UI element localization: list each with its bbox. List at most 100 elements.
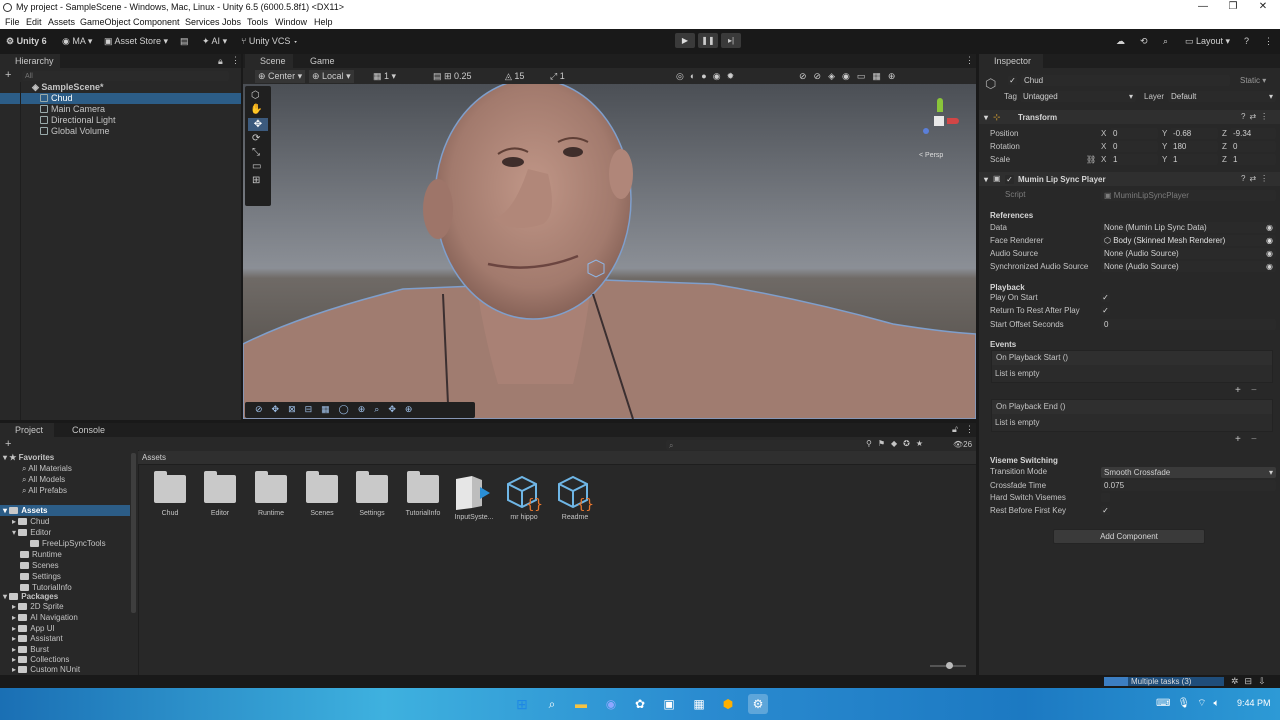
crossfade-time-field[interactable]: 0.075 (1101, 480, 1276, 491)
tree-package[interactable]: ▸ Custom NUnit (12, 664, 80, 675)
unity-account-button[interactable]: ⚙ Unity 6 (6, 34, 47, 48)
menu-component[interactable]: Component (133, 17, 180, 27)
rotation-x-field[interactable]: 0 (1110, 141, 1158, 152)
panel-menu-icon[interactable]: ⋮ (231, 55, 240, 66)
scale-tool-icon[interactable]: ⤡ (252, 147, 260, 158)
status-icons[interactable]: ✲⊟⇩ (1231, 676, 1272, 687)
move-tool-icon[interactable]: ✥ (248, 118, 268, 131)
object-name-input[interactable]: Chud (1021, 75, 1230, 86)
menu-help[interactable]: Help (314, 17, 333, 27)
favorite-all-models[interactable]: ⌕ All Models (22, 474, 65, 485)
ai-button[interactable]: ✦ AI ▾ (202, 34, 227, 48)
search-icon[interactable]: ⌕ (542, 694, 562, 714)
maximize-button[interactable]: ❐ (1218, 0, 1248, 15)
account-dropdown[interactable]: ◉ MA ▾ (62, 34, 92, 48)
tab-inspector[interactable]: Inspector (979, 54, 1043, 68)
asset-folder-editor[interactable]: Editor (196, 471, 244, 517)
start-offset-field[interactable]: 0 (1101, 319, 1276, 330)
position-x-field[interactable]: 0 (1110, 128, 1158, 139)
space-dropdown[interactable]: ⊕ Local ▾ (309, 70, 354, 83)
hierarchy-item-directional-light[interactable]: Directional Light (0, 115, 241, 126)
chatgpt-icon[interactable]: ✿ (630, 694, 650, 714)
active-checkbox[interactable]: ✓ (1008, 76, 1017, 85)
tree-freelipsynctools[interactable]: FreeLipSyncTools (30, 538, 106, 549)
tree-package[interactable]: ▸ AI Navigation (12, 612, 78, 623)
step-button[interactable]: ▸| (721, 33, 741, 48)
project-split-divider[interactable] (138, 450, 139, 675)
event-remove-button[interactable]: − (1251, 434, 1257, 445)
tab-console[interactable]: Console (56, 423, 112, 437)
position-y-field[interactable]: -0.68 (1170, 128, 1218, 139)
project-filter-icons[interactable]: ⚲⚑◆✪★ (866, 439, 929, 448)
snipping-tool-icon[interactable]: ▣ (659, 694, 679, 714)
increment-snap-button[interactable]: ▤ ⊞ 0.25 (433, 70, 472, 83)
constrain-scale-icon[interactable]: ⛓ (1086, 155, 1096, 164)
create-asset-button[interactable]: + (5, 438, 11, 450)
play-button[interactable]: ▶ (675, 33, 695, 48)
lock-icon[interactable]: 🔓︎ (952, 424, 958, 435)
package-icon[interactable]: ▤ (180, 34, 189, 48)
scale-y-field[interactable]: 1 (1170, 154, 1218, 165)
tab-scene[interactable]: Scene (245, 54, 293, 68)
tree-package[interactable]: ▸ Assistant (12, 633, 63, 644)
rotation-z-field[interactable]: 0 (1230, 141, 1276, 152)
play-on-start-checkbox[interactable]: ✓ (1101, 293, 1110, 302)
view-tool-icon[interactable]: ✋ (250, 104, 262, 115)
gizmo-center-icon[interactable] (934, 116, 944, 126)
panel-menu-icon[interactable]: ⋮ (965, 424, 974, 435)
persp-label[interactable]: < Persp (919, 152, 943, 159)
tree-chud[interactable]: ▸ Chud (12, 516, 49, 527)
layer-dropdown[interactable]: Default ▾ (1168, 91, 1276, 102)
add-component-button[interactable]: Add Component (1053, 529, 1205, 544)
scene-visibility-options[interactable]: ⊘⊘◈◉▭▦⊕ (799, 70, 902, 83)
scene-viewport[interactable]: ✋ ✥ ⟳ ⤡ ▭ ⊞ ⬡ < Persp ⊘✥⊠⊟▦◯⊕⌕✥⊕ (243, 84, 976, 419)
scale-snap-button[interactable]: ⤢ 1 (550, 70, 565, 83)
tag-dropdown[interactable]: Untagged ▾ (1020, 91, 1136, 102)
gizmo-x-axis-icon[interactable] (947, 118, 959, 124)
menu-tools[interactable]: Tools (247, 17, 268, 27)
hierarchy-item-chud[interactable]: Chud (0, 93, 241, 104)
hierarchy-item-global-volume[interactable]: Global Volume (0, 126, 241, 137)
event-add-button[interactable]: + (1235, 434, 1241, 445)
more-icon[interactable]: ⋮ (1264, 34, 1273, 48)
rest-before-checkbox[interactable]: ✓ (1101, 506, 1110, 515)
menu-window[interactable]: Window (275, 17, 307, 27)
hard-switch-checkbox[interactable] (1101, 493, 1110, 502)
project-search-input[interactable]: ⌕ (666, 440, 866, 450)
transition-mode-dropdown[interactable]: Smooth Crossfade ▾ (1101, 467, 1276, 478)
static-toggle[interactable]: Static ▾ (1240, 76, 1266, 85)
tree-scrollbar[interactable] (131, 453, 136, 613)
unity-hub-icon[interactable]: ⬢ (718, 694, 738, 714)
transform-header[interactable]: ▾ ⊹ Transform ?⇄⋮ (979, 110, 1280, 124)
transform-tool-icon[interactable]: ⊞ (252, 175, 260, 186)
rotation-y-field[interactable]: 180 (1170, 141, 1218, 152)
return-to-rest-checkbox[interactable]: ✓ (1101, 306, 1110, 315)
asset-folder-tutorialinfo[interactable]: TutorialInfo (399, 471, 447, 517)
clock[interactable]: 9:44 PM (1237, 698, 1271, 708)
asset-folder-runtime[interactable]: Runtime (247, 471, 295, 517)
event-add-button[interactable]: + (1235, 385, 1241, 396)
scene-view-options[interactable]: ◎◐●◉✹ (676, 70, 740, 83)
rotate-snap-button[interactable]: ◬ 15 (505, 70, 524, 83)
add-object-button[interactable]: + (5, 69, 11, 81)
panel-menu-icon[interactable]: ⋮ (965, 55, 974, 66)
audio-source-field[interactable]: None (Audio Source) ◉ (1101, 248, 1276, 259)
favorite-all-prefabs[interactable]: ⌕ All Prefabs (22, 485, 67, 496)
system-tray-icons[interactable]: ⌨🎙︎⌔🔈︎ (1156, 697, 1227, 710)
position-z-field[interactable]: -9.34 (1230, 128, 1276, 139)
asset-mr-hippo[interactable]: {} mr hippo (500, 475, 548, 521)
scene-root-row[interactable]: ◈ SampleScene* (0, 82, 241, 93)
orientation-gizmo[interactable] (919, 98, 965, 144)
orientation-cube-icon[interactable]: ⬡ (251, 90, 260, 101)
tab-game[interactable]: Game (295, 54, 345, 68)
pause-button[interactable]: ❚❚ (698, 33, 718, 48)
minimize-button[interactable]: — (1188, 0, 1218, 15)
sync-audio-field[interactable]: None (Audio Source) ◉ (1101, 261, 1276, 272)
hierarchy-search-input[interactable]: All (22, 71, 229, 81)
menu-assets[interactable]: Assets (48, 17, 75, 27)
grid-snap-button[interactable]: ▦ 1 ▾ (373, 70, 396, 83)
asset-store-button[interactable]: ▣ Asset Store ▾ (104, 34, 168, 48)
pivot-dropdown[interactable]: ⊕ Center ▾ (255, 70, 306, 83)
event-remove-button[interactable]: − (1251, 385, 1257, 396)
lipsync-component-header[interactable]: ▾ ▣ ✓ Mumin Lip Sync Player ?⇄⋮ (979, 172, 1280, 186)
